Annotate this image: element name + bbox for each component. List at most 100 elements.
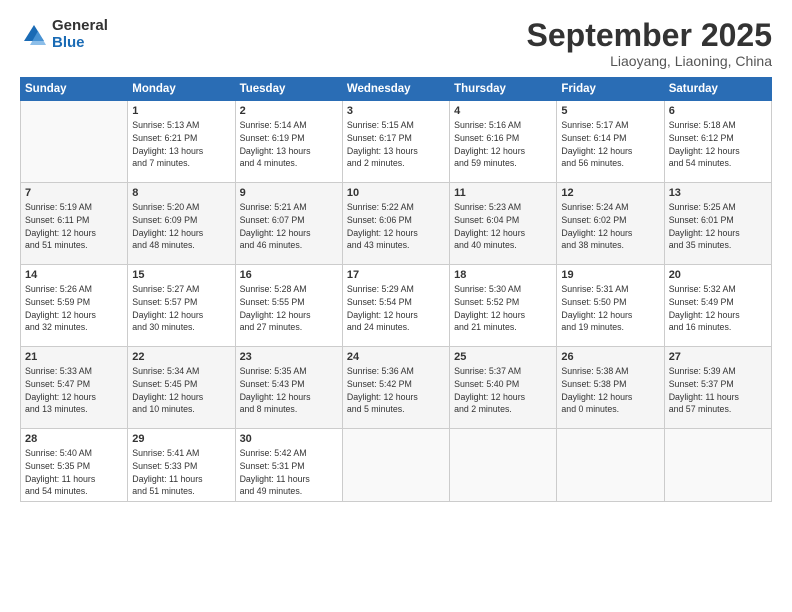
month-title: September 2025 xyxy=(527,18,772,53)
day-number: 27 xyxy=(669,351,767,363)
calendar-cell: 11 Sunrise: 5:23 AMSunset: 6:04 PMDayligh… xyxy=(450,183,557,265)
day-number: 2 xyxy=(240,105,338,117)
header: General Blue September 2025 Liaoyang, Li… xyxy=(20,18,772,69)
day-info: Sunrise: 5:17 AMSunset: 6:14 PMDaylight:… xyxy=(561,119,659,170)
day-info: Sunrise: 5:36 AMSunset: 5:42 PMDaylight:… xyxy=(347,365,445,416)
day-info: Sunrise: 5:32 AMSunset: 5:49 PMDaylight:… xyxy=(669,283,767,334)
day-info: Sunrise: 5:19 AMSunset: 6:11 PMDaylight:… xyxy=(25,201,123,252)
calendar-cell xyxy=(21,101,128,183)
location-subtitle: Liaoyang, Liaoning, China xyxy=(527,53,772,69)
day-info: Sunrise: 5:37 AMSunset: 5:40 PMDaylight:… xyxy=(454,365,552,416)
calendar-cell xyxy=(557,429,664,502)
calendar-cell: 16Sunrise: 5:28 AMSunset: 5:55 PMDayligh… xyxy=(235,265,342,347)
day-number: 25 xyxy=(454,351,552,363)
day-header-wednesday: Wednesday xyxy=(342,78,449,101)
week-row-4: 28 Sunrise: 5:40 AMSunset: 5:35 PMDayligh… xyxy=(21,429,772,502)
calendar-cell: 6Sunrise: 5:18 AMSunset: 6:12 PMDaylight… xyxy=(664,101,771,183)
calendar-cell xyxy=(664,429,771,502)
page: General Blue September 2025 Liaoyang, Li… xyxy=(0,0,792,612)
day-header-thursday: Thursday xyxy=(450,78,557,101)
day-info: Sunrise: 5:14 AMSunset: 6:19 PMDaylight:… xyxy=(240,119,338,170)
day-info: Sunrise: 5:30 AMSunset: 5:52 PMDaylight:… xyxy=(454,283,552,334)
day-number: 22 xyxy=(132,351,230,363)
day-info: Sunrise: 5:21 AMSunset: 6:07 PMDaylight:… xyxy=(240,201,338,252)
calendar-cell: 2 Sunrise: 5:14 AMSunset: 6:19 PMDaylight… xyxy=(235,101,342,183)
day-number: 6 xyxy=(669,105,767,117)
calendar-cell: 23 Sunrise: 5:35 AMSunset: 5:43 PMDayligh… xyxy=(235,347,342,429)
calendar-cell: 18 Sunrise: 5:30 AMSunset: 5:52 PMDayligh… xyxy=(450,265,557,347)
day-number: 20 xyxy=(669,269,767,281)
day-info: Sunrise: 5:28 AMSunset: 5:55 PMDaylight:… xyxy=(240,283,338,334)
calendar-cell: 25 Sunrise: 5:37 AMSunset: 5:40 PMDayligh… xyxy=(450,347,557,429)
calendar-cell: 28 Sunrise: 5:40 AMSunset: 5:35 PMDayligh… xyxy=(21,429,128,502)
calendar-cell xyxy=(450,429,557,502)
day-info: Sunrise: 5:40 AMSunset: 5:35 PMDaylight:… xyxy=(25,447,123,498)
week-row-1: 7Sunrise: 5:19 AMSunset: 6:11 PMDaylight… xyxy=(21,183,772,265)
day-number: 5 xyxy=(561,105,659,117)
calendar-cell: 9 Sunrise: 5:21 AMSunset: 6:07 PMDaylight… xyxy=(235,183,342,265)
calendar-cell: 29 Sunrise: 5:41 AMSunset: 5:33 PMDayligh… xyxy=(128,429,235,502)
day-info: Sunrise: 5:34 AMSunset: 5:45 PMDaylight:… xyxy=(132,365,230,416)
day-info: Sunrise: 5:27 AMSunset: 5:57 PMDaylight:… xyxy=(132,283,230,334)
calendar-cell: 8 Sunrise: 5:20 AMSunset: 6:09 PMDaylight… xyxy=(128,183,235,265)
day-number: 23 xyxy=(240,351,338,363)
day-header-monday: Monday xyxy=(128,78,235,101)
day-number: 1 xyxy=(132,105,230,117)
calendar-table: SundayMondayTuesdayWednesdayThursdayFrid… xyxy=(20,77,772,502)
logo-text: General Blue xyxy=(52,18,108,51)
calendar-cell: 10Sunrise: 5:22 AMSunset: 6:06 PMDayligh… xyxy=(342,183,449,265)
day-number: 12 xyxy=(561,187,659,199)
logo-icon xyxy=(20,21,48,49)
calendar-cell: 24 Sunrise: 5:36 AMSunset: 5:42 PMDayligh… xyxy=(342,347,449,429)
calendar-cell: 17 Sunrise: 5:29 AMSunset: 5:54 PMDayligh… xyxy=(342,265,449,347)
week-row-0: 1 Sunrise: 5:13 AMSunset: 6:21 PMDaylight… xyxy=(21,101,772,183)
calendar-cell: 7Sunrise: 5:19 AMSunset: 6:11 PMDaylight… xyxy=(21,183,128,265)
title-area: September 2025 Liaoyang, Liaoning, China xyxy=(527,18,772,69)
day-header-sunday: Sunday xyxy=(21,78,128,101)
calendar-cell: 1 Sunrise: 5:13 AMSunset: 6:21 PMDaylight… xyxy=(128,101,235,183)
day-info: Sunrise: 5:24 AMSunset: 6:02 PMDaylight:… xyxy=(561,201,659,252)
day-info: Sunrise: 5:15 AMSunset: 6:17 PMDaylight:… xyxy=(347,119,445,170)
day-number: 13 xyxy=(669,187,767,199)
day-number: 3 xyxy=(347,105,445,117)
header-row: SundayMondayTuesdayWednesdayThursdayFrid… xyxy=(21,78,772,101)
calendar-cell: 21Sunrise: 5:33 AMSunset: 5:47 PMDayligh… xyxy=(21,347,128,429)
day-info: Sunrise: 5:25 AMSunset: 6:01 PMDaylight:… xyxy=(669,201,767,252)
day-number: 9 xyxy=(240,187,338,199)
calendar-cell: 13 Sunrise: 5:25 AMSunset: 6:01 PMDayligh… xyxy=(664,183,771,265)
calendar-cell: 30Sunrise: 5:42 AMSunset: 5:31 PMDayligh… xyxy=(235,429,342,502)
day-info: Sunrise: 5:13 AMSunset: 6:21 PMDaylight:… xyxy=(132,119,230,170)
day-info: Sunrise: 5:38 AMSunset: 5:38 PMDaylight:… xyxy=(561,365,659,416)
day-number: 14 xyxy=(25,269,123,281)
day-number: 8 xyxy=(132,187,230,199)
day-number: 17 xyxy=(347,269,445,281)
day-header-friday: Friday xyxy=(557,78,664,101)
day-info: Sunrise: 5:39 AMSunset: 5:37 PMDaylight:… xyxy=(669,365,767,416)
week-row-3: 21Sunrise: 5:33 AMSunset: 5:47 PMDayligh… xyxy=(21,347,772,429)
day-number: 29 xyxy=(132,433,230,445)
day-info: Sunrise: 5:31 AMSunset: 5:50 PMDaylight:… xyxy=(561,283,659,334)
week-row-2: 14Sunrise: 5:26 AMSunset: 5:59 PMDayligh… xyxy=(21,265,772,347)
day-info: Sunrise: 5:41 AMSunset: 5:33 PMDaylight:… xyxy=(132,447,230,498)
calendar-cell: 19Sunrise: 5:31 AMSunset: 5:50 PMDayligh… xyxy=(557,265,664,347)
calendar-cell: 20 Sunrise: 5:32 AMSunset: 5:49 PMDayligh… xyxy=(664,265,771,347)
calendar-cell: 3 Sunrise: 5:15 AMSunset: 6:17 PMDaylight… xyxy=(342,101,449,183)
day-info: Sunrise: 5:35 AMSunset: 5:43 PMDaylight:… xyxy=(240,365,338,416)
calendar-cell: 22 Sunrise: 5:34 AMSunset: 5:45 PMDayligh… xyxy=(128,347,235,429)
calendar-cell: 4Sunrise: 5:16 AMSunset: 6:16 PMDaylight… xyxy=(450,101,557,183)
calendar-cell: 12 Sunrise: 5:24 AMSunset: 6:02 PMDayligh… xyxy=(557,183,664,265)
calendar-cell: 5 Sunrise: 5:17 AMSunset: 6:14 PMDaylight… xyxy=(557,101,664,183)
day-number: 10 xyxy=(347,187,445,199)
calendar-cell: 27 Sunrise: 5:39 AMSunset: 5:37 PMDayligh… xyxy=(664,347,771,429)
day-info: Sunrise: 5:20 AMSunset: 6:09 PMDaylight:… xyxy=(132,201,230,252)
day-header-tuesday: Tuesday xyxy=(235,78,342,101)
calendar-cell: 14Sunrise: 5:26 AMSunset: 5:59 PMDayligh… xyxy=(21,265,128,347)
logo-blue-text: Blue xyxy=(52,35,108,52)
day-info: Sunrise: 5:29 AMSunset: 5:54 PMDaylight:… xyxy=(347,283,445,334)
day-number: 11 xyxy=(454,187,552,199)
day-info: Sunrise: 5:23 AMSunset: 6:04 PMDaylight:… xyxy=(454,201,552,252)
day-number: 18 xyxy=(454,269,552,281)
calendar-cell: 26Sunrise: 5:38 AMSunset: 5:38 PMDayligh… xyxy=(557,347,664,429)
day-number: 24 xyxy=(347,351,445,363)
day-number: 28 xyxy=(25,433,123,445)
